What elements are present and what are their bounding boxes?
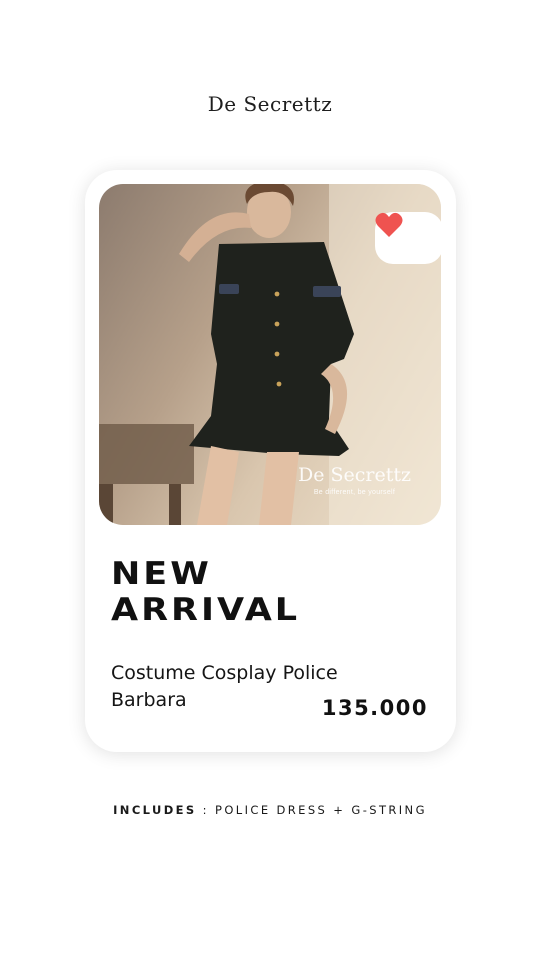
headline-line-2: ARRIVAL xyxy=(111,592,301,628)
watermark-tagline: Be different, be yourself xyxy=(313,489,396,496)
headline-line-1: NEW xyxy=(111,556,212,592)
favorite-button[interactable] xyxy=(375,212,441,264)
headline: NEW ARRIVAL xyxy=(111,556,300,628)
includes-separator: : xyxy=(202,803,209,817)
product-price: 135.000 xyxy=(321,696,428,720)
includes-label: INCLUDES xyxy=(113,803,197,817)
includes-line: INCLUDES : POLICE DRESS + G-STRING xyxy=(0,803,540,817)
product-card[interactable]: De Secrettz Be different, be yourself NE… xyxy=(85,170,456,752)
product-name-line-1: Costume Cosplay Police xyxy=(111,662,338,684)
product-photo[interactable]: De Secrettz Be different, be yourself xyxy=(99,184,441,525)
heart-icon xyxy=(375,212,403,237)
includes-text: POLICE DRESS + G-STRING xyxy=(215,803,427,817)
brand-logo: De Secrettz xyxy=(207,92,333,116)
photo-watermark: De Secrettz Be different, be yourself xyxy=(297,464,411,497)
watermark-brand: De Secrettz xyxy=(297,464,411,486)
